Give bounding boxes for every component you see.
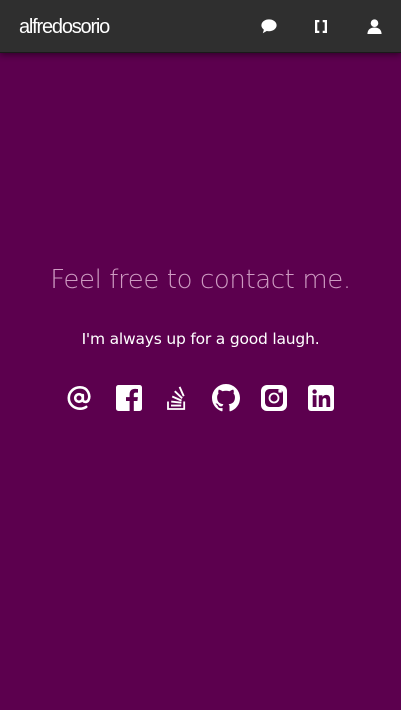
brackets-icon[interactable] [310,15,332,37]
user-icon[interactable] [363,15,385,37]
email-at-icon[interactable] [66,384,94,412]
github-icon[interactable] [212,384,240,412]
stack-overflow-icon[interactable] [163,384,191,412]
brand-logo-link[interactable]: alfredosorio [19,15,110,39]
chat-icon[interactable] [258,15,280,37]
page-title: Feel free to contact me. [50,265,351,295]
linkedin-icon[interactable] [307,384,335,412]
facebook-icon[interactable] [115,384,143,412]
top-navbar: alfredosorio [0,0,401,53]
instagram-icon[interactable] [260,384,288,412]
page-subtitle: I'm always up for a good laugh. [81,330,320,348]
contact-section: Feel free to contact me. I'm always up f… [0,54,401,710]
